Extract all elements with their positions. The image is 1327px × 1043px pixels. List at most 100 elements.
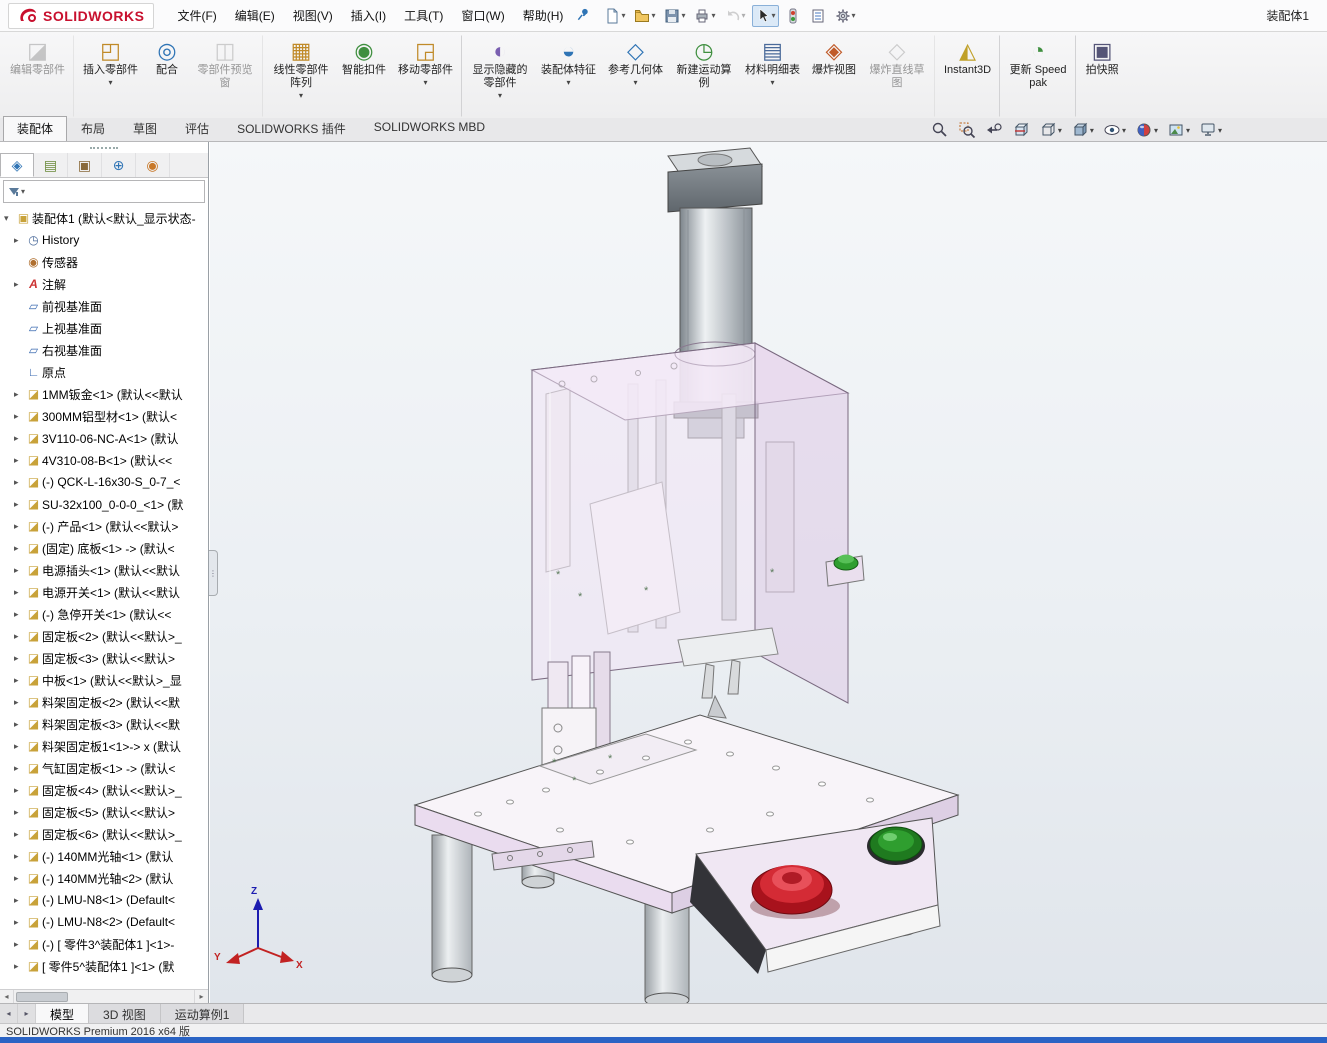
tree-expander-icon[interactable]: ▸ [14,499,25,510]
command-tab[interactable]: 评估 [171,116,223,141]
tree-expander-icon[interactable]: ▸ [14,279,25,290]
tree-item[interactable]: ▸ 固定板<6> (默认<<默认>_ [0,823,208,845]
tree-item[interactable]: ▸ (-) 140MM光轴<2> (默认 [0,867,208,889]
assembly-3d-model[interactable]: *** *** * Z Y X [210,142,1327,1003]
tree-expander-icon[interactable]: ▸ [14,895,25,906]
tree-expander-icon[interactable]: ▸ [14,543,25,554]
menu-item[interactable]: 帮助(H) [514,2,573,29]
undo-button[interactable]: ▾ [722,5,749,27]
tree-item[interactable]: ▸ 3V110-06-NC-A<1> (默认 [0,427,208,449]
ribbon-button[interactable]: ◫ 零部件预览窗 ▾ [190,35,263,117]
command-tab[interactable]: 草图 [119,116,171,141]
tree-item[interactable]: ▸ (-) LMU-N8<1> (Default< [0,889,208,911]
tree-item[interactable]: 传感器 [0,251,208,273]
tree-item[interactable]: ▸ (-) LMU-N8<2> (Default< [0,911,208,933]
menu-item[interactable]: 视图(V) [284,2,342,29]
tree-expander-icon[interactable]: ▸ [14,851,25,862]
scroll-right-arrow-icon[interactable]: ▸ [194,990,208,1003]
tree-item[interactable]: 前视基准面 [0,295,208,317]
tree-item[interactable]: ▸ 电源插头<1> (默认<<默认 [0,559,208,581]
save-button[interactable]: ▾ [661,5,688,27]
tree-expander-icon[interactable]: ▸ [14,521,25,532]
apply-scene-icon[interactable]: ▾ [1166,120,1191,140]
tree-expander-icon[interactable]: ▸ [14,587,25,598]
ribbon-button[interactable]: ◇ 参考几何体 ▾ [602,35,669,117]
select-tool-button[interactable]: ▾ [752,5,779,27]
tree-expander-icon[interactable]: ▸ [14,609,25,620]
ribbon-button[interactable]: ▦ 线性零部件阵列 ▾ [266,35,336,117]
tree-item[interactable]: 右视基准面 [0,339,208,361]
ribbon-button[interactable]: ◈ 爆炸视图 ▾ [806,35,862,117]
graphics-viewport[interactable]: *** *** * Z Y X [210,142,1327,1003]
tree-expander-icon[interactable]: ▸ [14,829,25,840]
tree-item[interactable]: ▸ (固定) 底板<1> -> (默认< [0,537,208,559]
model-tab[interactable]: 3D 视图 [89,1004,161,1023]
command-tab[interactable]: 装配体 [3,116,67,141]
zoom-to-area-icon[interactable] [957,120,977,140]
tree-item[interactable]: 原点 [0,361,208,383]
ribbon-button[interactable]: ◪ 编辑零部件 ▾ [4,35,74,117]
start-button[interactable] [867,827,925,865]
tree-item[interactable]: ▸ (-) [ 零件3^装配体1 ]<1>- [0,933,208,955]
display-style-icon[interactable]: ▾ [1070,120,1095,140]
tree-item[interactable]: ▸ 固定板<5> (默认<<默认> [0,801,208,823]
tree-filter[interactable]: ▾ [3,180,205,203]
tree-expander-icon[interactable]: ▸ [14,873,25,884]
open-button[interactable]: ▾ [631,5,658,27]
tree-expander-icon[interactable]: ▸ [14,631,25,642]
ribbon-button[interactable]: ▤ 材料明细表 ▾ [739,35,806,117]
edit-appearance-icon[interactable]: ▾ [1134,120,1159,140]
tree-expander-icon[interactable]: ▸ [14,235,25,246]
gripper[interactable] [678,628,778,718]
model-tab[interactable]: 模型 [36,1004,89,1023]
view-settings-icon[interactable]: ▾ [1198,120,1223,140]
menu-item[interactable]: 窗口(W) [452,2,513,29]
tree-expander-icon[interactable]: ▸ [14,939,25,950]
tree-expander-icon[interactable]: ▾ [4,213,15,224]
settings-gear-button[interactable]: ▾ [832,5,859,27]
tree-item[interactable]: 上视基准面 [0,317,208,339]
tree-item[interactable]: ▸ (-) QCK-L-16x30-S_0-7_< [0,471,208,493]
tree-item[interactable]: ▸ 中板<1> (默认<<默认>_显 [0,669,208,691]
tree-expander-icon[interactable]: ▸ [14,961,25,972]
tree-item[interactable]: ▸ 4V310-08-B<1> (默认<< [0,449,208,471]
ribbon-button[interactable]: ◎ 配合 ▾ [144,35,190,117]
tree-item[interactable]: ▸ 电源开关<1> (默认<<默认 [0,581,208,603]
tree-item[interactable]: ▸ (-) 140MM光轴<1> (默认 [0,845,208,867]
menu-item[interactable]: 文件(F) [168,2,225,29]
tree-item[interactable]: ▸ 料架固定板<3> (默认<<默 [0,713,208,735]
tree-horizontal-scrollbar[interactable]: ◂ ▸ [0,989,208,1003]
feature-manager-tab-icon[interactable]: ◈ [0,153,34,177]
tree-item[interactable]: ▸ 气缸固定板<1> -> (默认< [0,757,208,779]
command-tab[interactable]: 布局 [67,116,119,141]
tree-item[interactable]: ▸ 固定板<2> (默认<<默认>_ [0,625,208,647]
hide-show-items-icon[interactable]: ▾ [1102,120,1127,140]
tree-expander-icon[interactable]: ▸ [14,917,25,928]
menu-item[interactable]: 编辑(E) [226,2,284,29]
tree-item[interactable]: ▸ 料架固定板<2> (默认<<默 [0,691,208,713]
tree-item[interactable]: ▸ SU-32x100_0-0-0_<1> (默 [0,493,208,515]
view-orientation-icon[interactable]: ▾ [1038,120,1063,140]
panel-collapse-handle[interactable]: ⋮ [209,550,218,596]
tree-item[interactable]: ▸ (-) 急停开关<1> (默认<< [0,603,208,625]
display-manager-tab-icon[interactable]: ◉ [136,153,170,177]
ribbon-button[interactable]: ◔ 更新 Speedpak ▾ [1003,35,1076,117]
tree-expander-icon[interactable]: ▸ [14,675,25,686]
property-manager-tab-icon[interactable]: ▤ [34,153,68,177]
ribbon-button[interactable]: ▣ 拍快照 ▾ [1079,35,1125,117]
panel-grip[interactable] [0,142,208,153]
tree-expander-icon[interactable]: ▸ [14,785,25,796]
tree-expander-icon[interactable]: ▸ [14,741,25,752]
pin-toolbar-icon[interactable] [576,7,591,25]
tree-expander-icon[interactable]: ▸ [14,477,25,488]
command-tab[interactable]: SOLIDWORKS MBD [360,116,499,141]
tree-expander-icon[interactable]: ▸ [14,763,25,774]
ribbon-button[interactable]: ◒ 装配体特征 ▾ [535,35,602,117]
tree-item[interactable]: ▸ 300MM铝型材<1> (默认< [0,405,208,427]
tree-item[interactable]: ▸ 料架固定板1<1>-> x (默认 [0,735,208,757]
tree-expander-icon[interactable]: ▸ [14,807,25,818]
tree-expander-icon[interactable]: ▸ [14,719,25,730]
model-tab[interactable]: 运动算例1 [161,1004,245,1023]
new-document-button[interactable]: ▾ [601,5,628,27]
options-list-button[interactable] [807,5,829,27]
